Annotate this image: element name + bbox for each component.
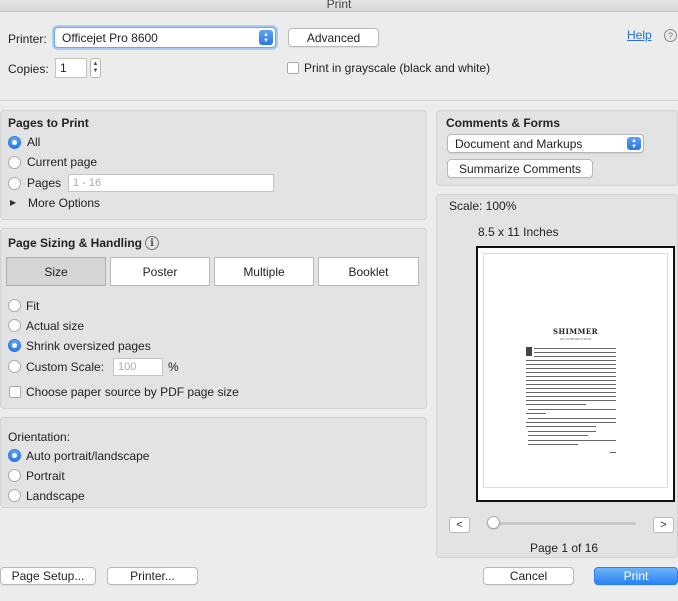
sizing-shrink-radio[interactable] xyxy=(8,339,21,352)
sizing-custom-radio[interactable] xyxy=(8,360,21,373)
preview-slider-knob[interactable] xyxy=(487,516,500,529)
paper-source-label: Choose paper source by PDF page size xyxy=(26,385,239,399)
tab-poster[interactable]: Poster xyxy=(110,257,210,286)
preview-page-indicator: Page 1 of 16 xyxy=(530,541,599,555)
tab-booklet[interactable]: Booklet xyxy=(318,257,419,286)
comments-forms-selected-value: Document and Markups xyxy=(455,136,583,151)
orientation-portrait-radio[interactable] xyxy=(8,469,21,482)
paper-source-checkbox[interactable] xyxy=(9,386,21,398)
orientation-landscape-radio[interactable] xyxy=(8,489,21,502)
printer-popup[interactable]: Officejet Pro 8600 ▲ ▼ xyxy=(54,27,276,48)
sizing-fit-label: Fit xyxy=(26,299,40,313)
preview-scale: Scale: 100% xyxy=(449,199,517,213)
disclosure-triangle-icon[interactable]: ▶ xyxy=(10,198,16,207)
tab-multiple[interactable]: Multiple xyxy=(214,257,314,286)
page-setup-button[interactable]: Page Setup... xyxy=(0,567,96,585)
preview-page: SHIMMER AN INTRODUCTION xyxy=(484,254,667,487)
preview-frame: SHIMMER AN INTRODUCTION xyxy=(476,246,675,502)
preview-page-slider[interactable] xyxy=(489,522,636,525)
sizing-shrink-label: Shrink oversized pages xyxy=(26,339,151,353)
grayscale-label: Print in grayscale (black and white) xyxy=(304,61,491,75)
grayscale-checkbox[interactable] xyxy=(287,62,299,74)
page-sizing-title: Page Sizing & Handling xyxy=(8,236,143,250)
orientation-auto-label: Auto portrait/landscape xyxy=(26,449,150,463)
stepper-up-icon[interactable]: ▲ xyxy=(93,61,99,68)
preview-prev-button[interactable]: < xyxy=(449,517,470,533)
info-icon[interactable]: i xyxy=(145,236,159,250)
pages-range-input[interactable]: 1 - 16 xyxy=(68,174,274,192)
copies-input[interactable]: 1 xyxy=(55,58,87,78)
sizing-fit-radio[interactable] xyxy=(8,299,21,312)
orientation-auto-radio[interactable] xyxy=(8,449,21,462)
help-link[interactable]: Help xyxy=(627,28,652,42)
sizing-custom-label: Custom Scale: xyxy=(26,360,105,374)
comments-forms-title: Comments & Forms xyxy=(446,116,561,130)
copies-label: Copies: xyxy=(8,62,49,76)
preview-paper-size: 8.5 x 11 Inches xyxy=(478,225,559,239)
orientation-landscape-label: Landscape xyxy=(26,489,85,503)
orientation-title: Orientation: xyxy=(8,430,71,444)
print-button[interactable]: Print xyxy=(594,567,678,585)
preview-doc-title: SHIMMER xyxy=(552,327,599,336)
pages-to-print-title: Pages to Print xyxy=(8,116,89,130)
custom-scale-input[interactable]: 100 xyxy=(113,358,163,376)
percent-label: % xyxy=(168,360,179,374)
cancel-button[interactable]: Cancel xyxy=(483,567,574,585)
pages-current-label: Current page xyxy=(27,155,98,169)
stepper-down-icon[interactable]: ▼ xyxy=(93,68,99,75)
preview-dropcap xyxy=(526,347,532,356)
pages-range-label: Pages xyxy=(27,176,62,190)
printer-label: Printer: xyxy=(8,32,47,46)
pages-range-radio[interactable] xyxy=(8,177,21,190)
sizing-actual-radio[interactable] xyxy=(8,319,21,332)
sizing-actual-label: Actual size xyxy=(26,319,85,333)
pages-current-radio[interactable] xyxy=(8,156,21,169)
preview-doc-subtitle: AN INTRODUCTION xyxy=(559,337,592,341)
printer-dialog-button[interactable]: Printer... xyxy=(107,567,198,585)
tab-size[interactable]: Size xyxy=(6,257,106,286)
comments-forms-popup[interactable]: Document and Markups ▲ ▼ xyxy=(447,134,644,153)
pages-all-radio[interactable] xyxy=(8,136,21,149)
more-options-label[interactable]: More Options xyxy=(28,196,100,210)
window-title: Print xyxy=(326,0,352,11)
printer-selected-value: Officejet Pro 8600 xyxy=(62,30,158,45)
copies-stepper[interactable]: ▲ ▼ xyxy=(90,58,101,78)
summarize-comments-button[interactable]: Summarize Comments xyxy=(447,159,593,178)
pages-all-label: All xyxy=(27,135,41,149)
chevron-updown-icon: ▲ ▼ xyxy=(627,137,641,150)
help-icon[interactable]: ? xyxy=(664,29,677,42)
window-title-bar: Print xyxy=(0,0,678,12)
advanced-button[interactable]: Advanced xyxy=(288,28,379,47)
preview-next-button[interactable]: > xyxy=(653,517,674,533)
orientation-portrait-label: Portrait xyxy=(26,469,65,483)
chevron-updown-icon: ▲ ▼ xyxy=(259,30,273,45)
